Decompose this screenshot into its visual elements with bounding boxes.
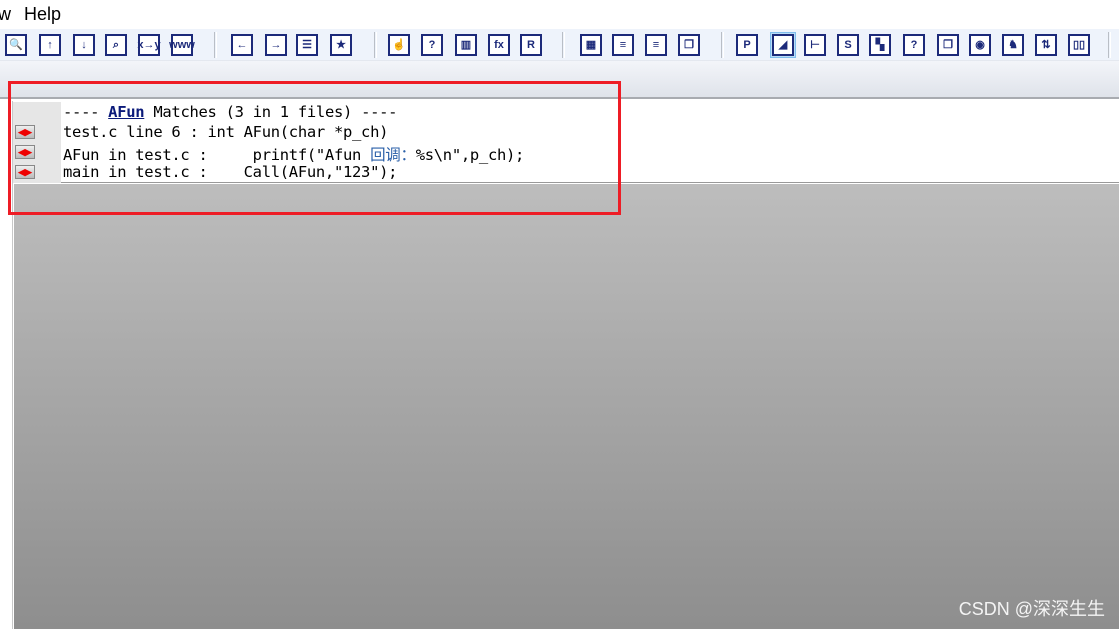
watermark: CSDN @深深生生 [958,599,1105,619]
relation-icon: R [520,34,542,56]
source-icon: S [837,34,859,56]
source-button[interactable]: S [835,32,861,58]
search-results-panel: ---- AFun Matches (3 in 1 files) ---- ◀▶… [13,102,1119,183]
window-list-icon: ❐ [937,34,959,56]
layout-2-icon: ≡ [612,34,634,56]
search-keyword: AFun [108,103,145,121]
menu-help[interactable]: Help [24,4,61,25]
bookmark-button[interactable]: ★ [328,32,354,58]
bird-icon: ♞ [1002,34,1024,56]
results-header: ---- AFun Matches (3 in 1 files) ---- [63,103,398,123]
compare-button[interactable]: ▯▯ [1066,32,1092,58]
editor-empty-area [14,184,1119,629]
result-row[interactable]: main in test.c : Call(AFun,"123"); [63,163,397,183]
sync-button[interactable]: ⇅ [1033,32,1059,58]
row-text: %s\n",p_ch); [415,146,525,164]
help-button[interactable]: ? [419,32,445,58]
search-button[interactable]: 🔍 [3,32,29,58]
jump-forward-icon: → [265,34,287,56]
layout-3-icon: ≡ [645,34,667,56]
reference-icon: ▥ [455,34,477,56]
toolbar: 🔍 ↑ ↓ ⌕ x→y www ← → ☰ ★ ☝? ▥ fx R ▦ ≡ ≡ ❐ P ◢ ⊢ S ▚? ❐ ◉ ♞ ⇅ ▯▯ [0,29,1119,61]
header-prefix: ---- [63,103,109,121]
sync-icon: ⇅ [1035,34,1057,56]
layout-1-icon: ▦ [580,34,602,56]
symbol-window-button[interactable]: ☝ [386,32,412,58]
full-view-button[interactable]: ◢ [770,32,796,58]
find-prev-button[interactable]: ↑ [37,32,63,58]
bookmark-list-icon: ☰ [296,34,318,56]
replace-button[interactable]: x→y [136,32,162,58]
find-files-button[interactable]: ⌕ [103,32,129,58]
jump-marker-icon[interactable]: ◀▶ [15,125,35,139]
jump-marker-icon[interactable]: ◀▶ [15,165,35,179]
toolbar-separator [562,32,565,58]
find-files-icon: ⌕ [105,34,127,56]
help-icon: ? [421,34,443,56]
reference-button[interactable]: ▥ [453,32,479,58]
bookmark-icon: ★ [330,34,352,56]
layout-3-button[interactable]: ≡ [643,32,669,58]
find-next-icon: ↓ [73,34,95,56]
symbol-window-icon: ☝ [388,34,410,56]
bookmark-list-button[interactable]: ☰ [294,32,320,58]
context-help-button[interactable]: ? [901,32,927,58]
replace-icon: x→y [137,34,161,56]
function-icon: fx [488,34,510,56]
layout-1-button[interactable]: ▦ [578,32,604,58]
jump-marker-icon[interactable]: ◀▶ [15,145,35,159]
tree-icon: ⊢ [804,34,826,56]
layout-2-button[interactable]: ≡ [610,32,636,58]
toolbar-separator [721,32,724,58]
jump-forward-button[interactable]: → [263,32,289,58]
windows-icon: ❐ [678,34,700,56]
header-suffix: Matches (3 in 1 files) ---- [144,103,398,121]
project-button[interactable]: P [734,32,760,58]
find-next-button[interactable]: ↓ [71,32,97,58]
menu-bar: w Help [0,0,1119,29]
hierarchy-icon: ▚ [869,34,891,56]
full-view-icon: ◢ [772,34,794,56]
row-text-cn: 回调： [370,146,416,164]
function-button[interactable]: fx [486,32,512,58]
project-icon: P [736,34,758,56]
tree-button[interactable]: ⊢ [802,32,828,58]
menu-view[interactable]: w [0,4,11,25]
browser-button[interactable]: ◉ [967,32,993,58]
toolbar-separator [214,32,217,58]
result-row[interactable]: AFun in test.c : printf("Afun 回调：%s\n",p… [63,143,525,164]
browser-icon: ◉ [969,34,991,56]
search-icon: 🔍 [5,34,27,56]
toolbar-separator [1108,32,1111,58]
row-text: AFun in test.c : printf("Afun [63,146,371,164]
toolbar-separator [374,32,377,58]
find-prev-icon: ↑ [39,34,61,56]
context-help-icon: ? [903,34,925,56]
web-search-button[interactable]: www [169,32,195,58]
window-list-button[interactable]: ❐ [935,32,961,58]
tab-strip [0,61,1119,99]
windows-button[interactable]: ❐ [676,32,702,58]
left-pane [0,101,13,629]
relation-button[interactable]: R [518,32,544,58]
web-search-icon: www [169,34,195,56]
result-row[interactable]: test.c line 6 : int AFun(char *p_ch) [63,123,388,143]
jump-back-button[interactable]: ← [229,32,255,58]
hierarchy-button[interactable]: ▚ [867,32,893,58]
compare-icon: ▯▯ [1068,34,1090,56]
jump-back-icon: ← [231,34,253,56]
bird-button[interactable]: ♞ [1000,32,1026,58]
